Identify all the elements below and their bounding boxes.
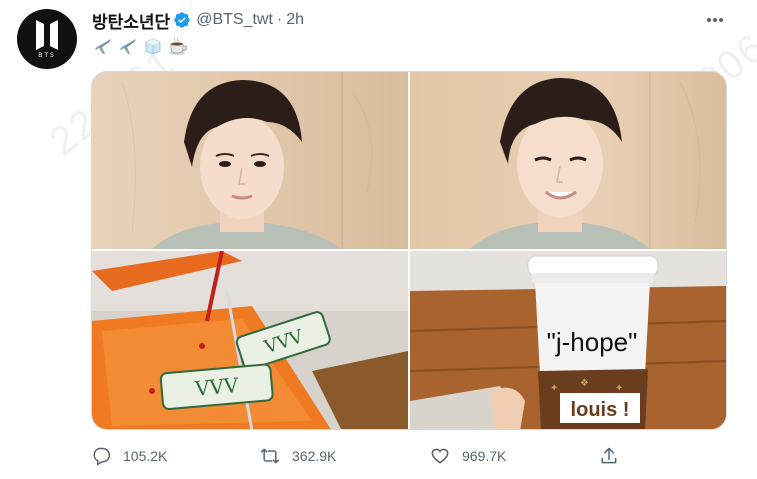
retweet-button[interactable]: 362.9K — [260, 442, 336, 470]
like-count: 969.7K — [462, 448, 507, 464]
reply-button[interactable]: 105.2K — [91, 442, 167, 470]
tweet-timestamp[interactable]: 2h — [286, 11, 304, 29]
airplane-icon — [92, 35, 114, 57]
more-dot-icon — [719, 18, 723, 22]
reply-count: 105.2K — [123, 448, 168, 464]
svg-text:VVV: VVV — [193, 373, 240, 401]
sleeve-text: louis ! — [571, 399, 630, 421]
hot-beverage-icon — [167, 35, 189, 57]
cup-label-text: "j-hope" — [547, 327, 638, 357]
tweet-text — [92, 35, 189, 57]
reply-icon — [93, 447, 111, 466]
more-options-button[interactable] — [700, 10, 730, 30]
svg-text:✦: ✦ — [550, 383, 558, 394]
svg-text:✦: ✦ — [615, 383, 623, 394]
like-button[interactable]: 969.7K — [430, 442, 506, 470]
heart-icon — [431, 448, 449, 464]
separator-dot: · — [276, 11, 283, 28]
retweet-count: 362.9K — [292, 448, 337, 464]
airplane-icon — [117, 35, 139, 57]
more-dot-icon — [713, 18, 717, 22]
photo-1[interactable] — [92, 72, 408, 249]
retweet-icon — [260, 448, 280, 464]
avatar-logo-text: BTS — [38, 51, 56, 59]
more-dot-icon — [707, 18, 711, 22]
tweet[interactable]: BTS 방탄소년단 @BTS_twt · 2h VVV VVV "j-hope"… — [0, 0, 757, 479]
user-handle[interactable]: @BTS_twt — [196, 11, 273, 29]
avatar[interactable]: BTS — [17, 9, 77, 69]
photo-2[interactable] — [410, 72, 726, 249]
svg-text:❖: ❖ — [580, 378, 589, 389]
share-icon — [601, 447, 617, 464]
ice-cube-icon — [142, 35, 164, 57]
photo-4[interactable]: "j-hope" ✦❖✦ ❖✦ louis ! — [410, 251, 726, 429]
display-name[interactable]: 방탄소년단 — [92, 8, 170, 33]
photo-3[interactable]: VVV VVV — [92, 251, 408, 429]
share-button[interactable] — [599, 442, 619, 470]
bts-logo-icon — [36, 19, 58, 50]
tweet-header: 방탄소년단 @BTS_twt · 2h — [92, 8, 304, 32]
tweet-actions: 105.2K 362.9K 969.7K — [91, 442, 631, 470]
media-grid[interactable]: VVV VVV "j-hope" ✦ ❖ ✦ louis ! — [91, 71, 727, 430]
verified-badge-icon — [173, 11, 191, 29]
